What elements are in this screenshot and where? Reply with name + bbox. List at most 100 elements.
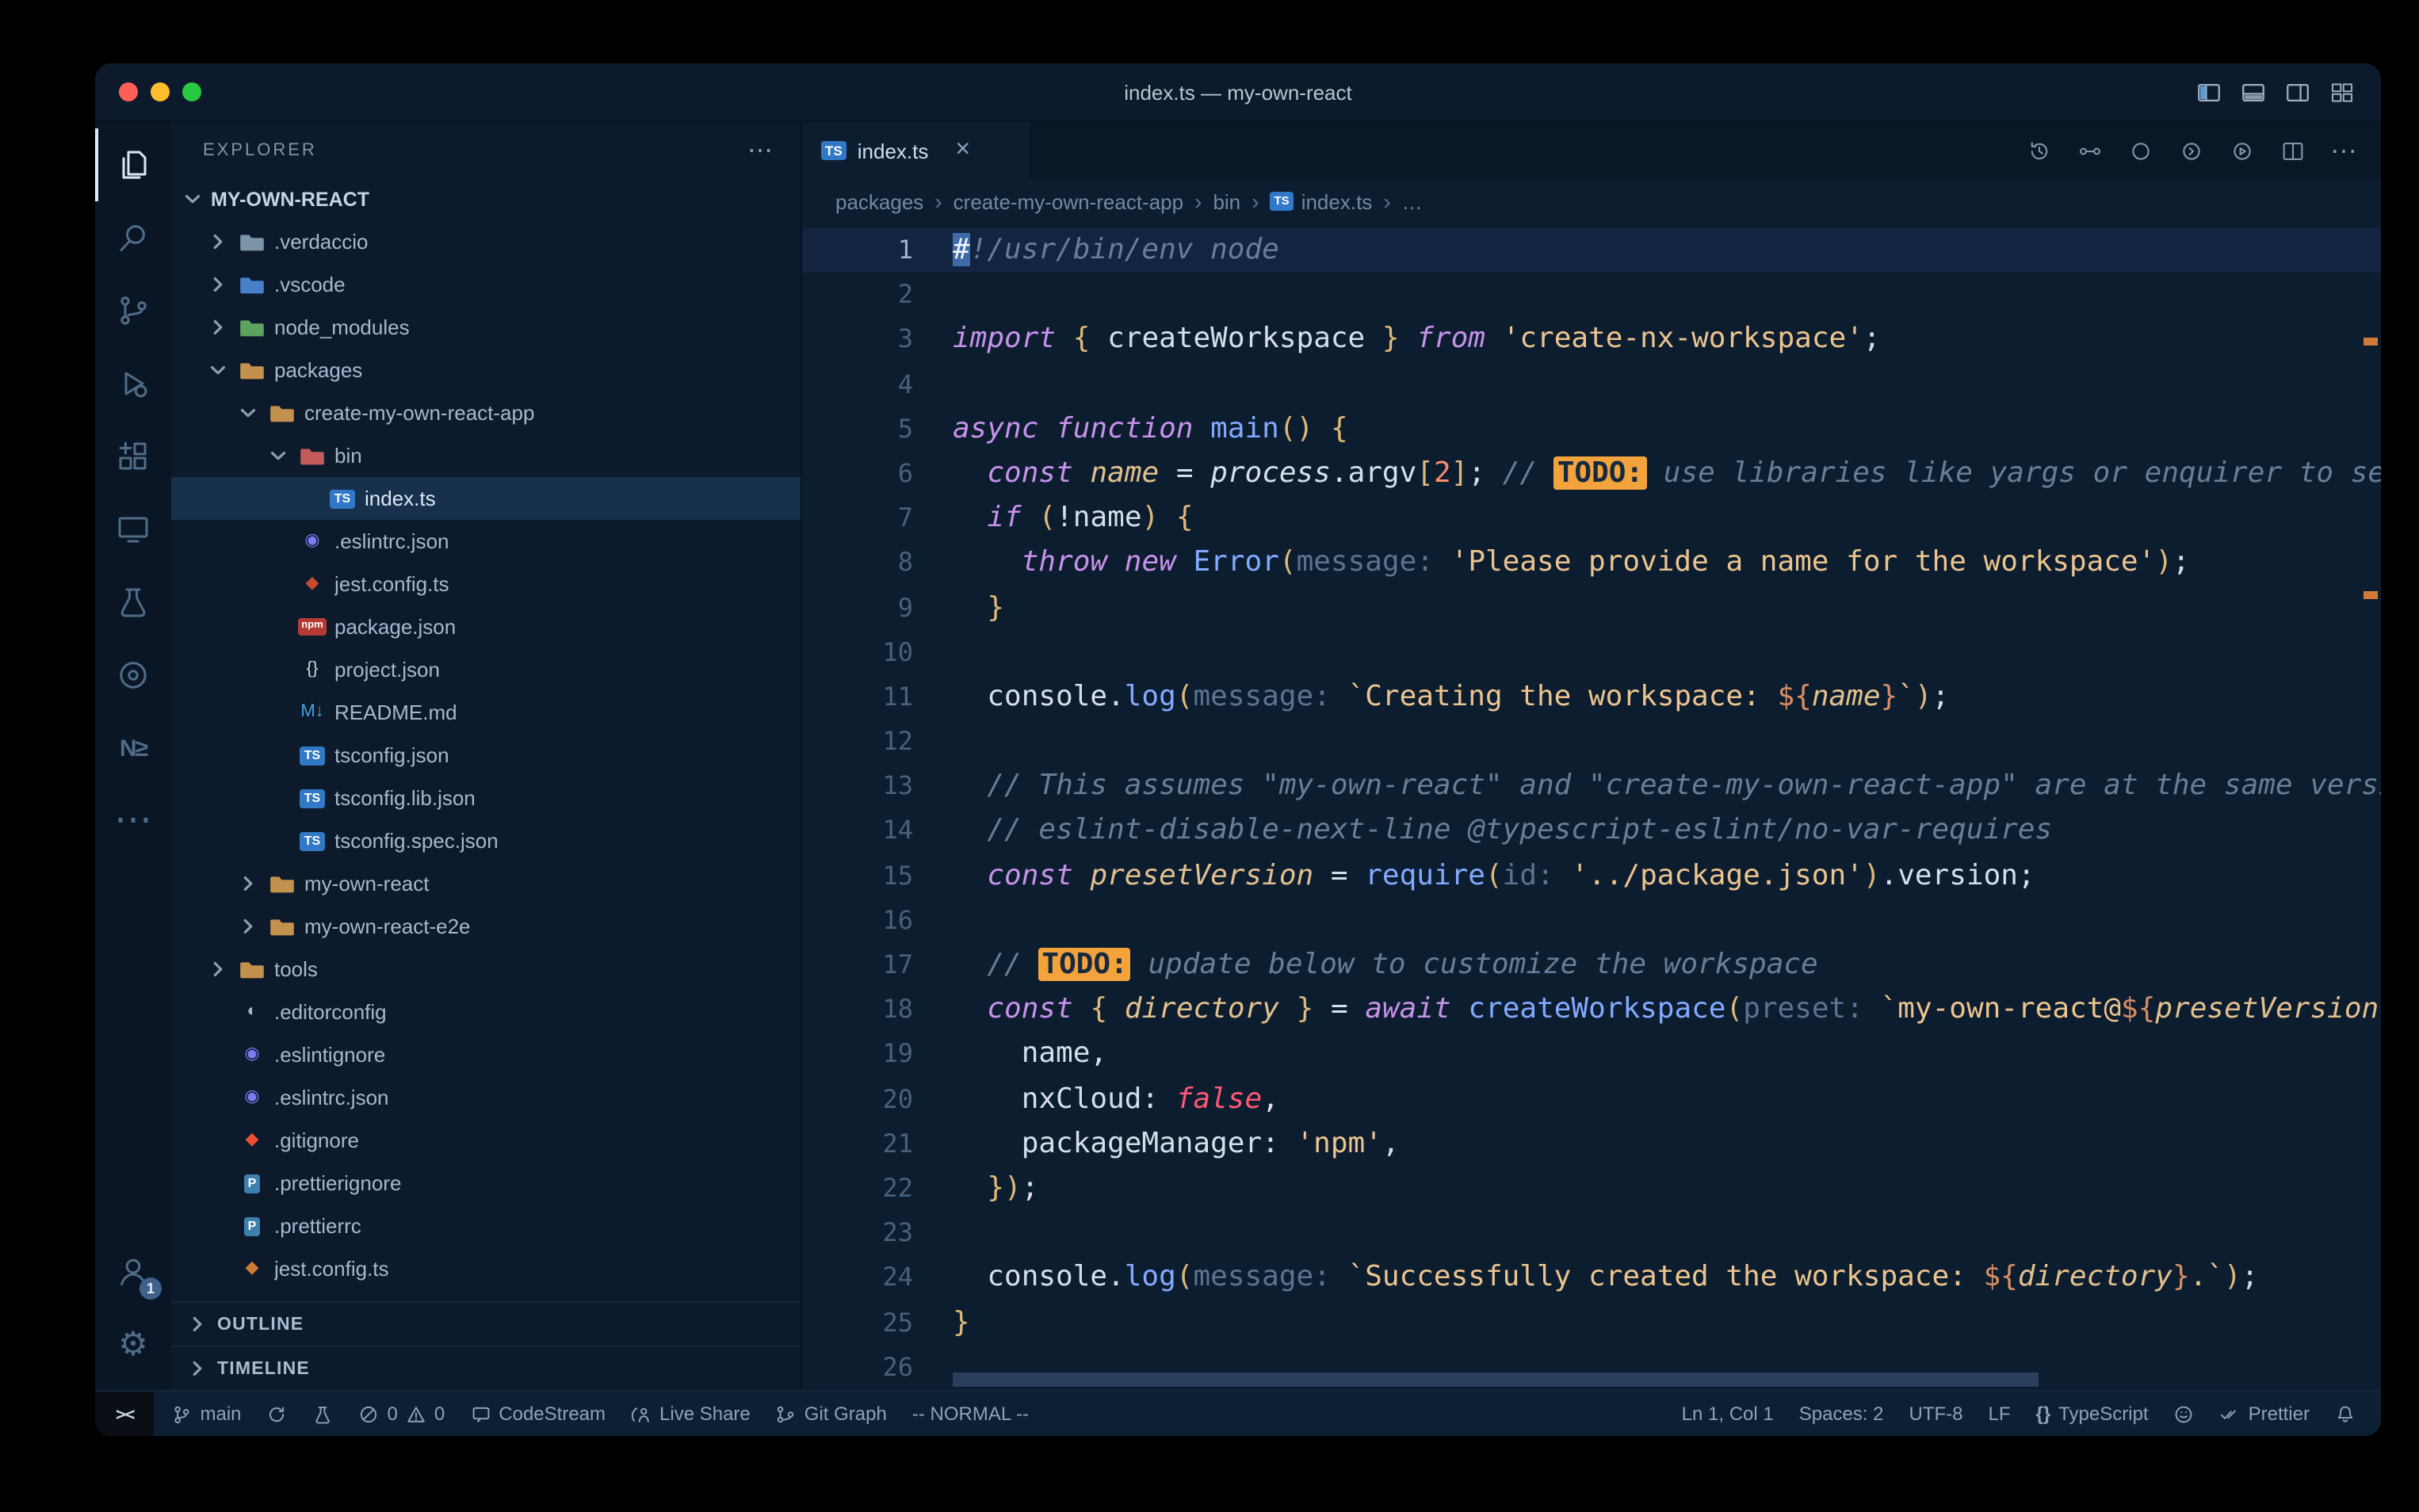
customize-layout-icon[interactable] xyxy=(2329,78,2356,105)
views-more-actions-icon[interactable]: ⋯ xyxy=(747,134,775,166)
status-git-branch[interactable]: main xyxy=(159,1392,254,1436)
code-line-15[interactable]: 15 const presetVersion = require(id: '..… xyxy=(802,853,2381,898)
breadcrumb-item-packages[interactable]: packages xyxy=(835,189,923,213)
chevron-right-icon[interactable] xyxy=(236,872,260,895)
status-git-sync[interactable] xyxy=(254,1392,300,1436)
code-line-22[interactable]: 22 }); xyxy=(802,1166,2381,1211)
tree-item-eslintrc-json[interactable]: ◉.eslintrc.json xyxy=(171,1076,801,1119)
tree-item-create-my-own-react-app[interactable]: create-my-own-react-app xyxy=(171,391,801,434)
toggle-primary-sidebar-icon[interactable] xyxy=(2195,78,2222,105)
breadcrumb-item-create-my-own-react-app[interactable]: create-my-own-react-app xyxy=(953,189,1183,213)
code-editor[interactable]: 1#!/usr/bin/env node23import { createWor… xyxy=(802,223,2381,1390)
more-actions-icon[interactable]: ⋯ xyxy=(2330,137,2357,164)
tree-root-folder[interactable]: MY-OWN-REACT xyxy=(171,178,801,220)
tree-item-prettierignore[interactable]: P.prettierignore xyxy=(171,1162,801,1205)
code-line-7[interactable]: 7 if (!name) { xyxy=(802,496,2381,540)
tree-item-node-modules[interactable]: node_modules xyxy=(171,306,801,349)
code-line-9[interactable]: 9 } xyxy=(802,586,2381,630)
code-line-5[interactable]: 5async function main() { xyxy=(802,407,2381,452)
code-line-25[interactable]: 25} xyxy=(802,1300,2381,1345)
code-line-1[interactable]: 1#!/usr/bin/env node xyxy=(802,228,2381,273)
source-control-icon[interactable] xyxy=(95,274,171,347)
close-window-button[interactable] xyxy=(119,82,138,101)
chevron-right-icon[interactable] xyxy=(206,957,230,981)
run-icon[interactable] xyxy=(2229,137,2256,164)
history-icon[interactable] xyxy=(2026,137,2053,164)
tree-item-eslintignore[interactable]: ◉.eslintignore xyxy=(171,1033,801,1076)
split-editor-icon[interactable] xyxy=(2280,137,2306,164)
status-notifications[interactable] xyxy=(2322,1392,2368,1436)
toggle-secondary-sidebar-icon[interactable] xyxy=(2284,78,2311,105)
code-line-21[interactable]: 21 packageManager: 'npm', xyxy=(802,1122,2381,1166)
tree-item-readme-md[interactable]: M↓README.md xyxy=(171,691,801,734)
status-remote-indicator[interactable]: >< xyxy=(95,1392,155,1436)
toggle-panel-icon[interactable] xyxy=(2240,78,2267,105)
status-vim-mode[interactable]: -- NORMAL -- xyxy=(900,1392,1041,1436)
status-prettier[interactable]: Prettier xyxy=(2207,1392,2322,1436)
tab-index-ts[interactable]: TS index.ts × xyxy=(802,122,1032,179)
status-problems[interactable]: 00 xyxy=(346,1392,458,1436)
tree-item-jest-config-ts[interactable]: ◆jest.config.ts xyxy=(171,563,801,605)
accounts-icon[interactable]: 1 xyxy=(95,1235,171,1308)
run-debug-icon[interactable] xyxy=(95,347,171,420)
tree-item-bin[interactable]: bin xyxy=(171,434,801,477)
chevron-right-icon[interactable] xyxy=(206,273,230,296)
chevron-down-icon[interactable] xyxy=(236,401,260,425)
tree-item-verdaccio[interactable]: .verdaccio xyxy=(171,220,801,263)
tree-item-prettierrc[interactable]: P.prettierrc xyxy=(171,1205,801,1247)
code-line-24[interactable]: 24 console.log(message: `Successfully cr… xyxy=(802,1256,2381,1300)
tree-item-gitignore[interactable]: ◆.gitignore xyxy=(171,1119,801,1162)
code-line-6[interactable]: 6 const name = process.argv[2]; // TODO:… xyxy=(802,452,2381,496)
code-line-16[interactable]: 16 xyxy=(802,899,2381,943)
status-feedback[interactable] xyxy=(2161,1392,2207,1436)
search-icon[interactable] xyxy=(95,201,171,274)
status-language-mode[interactable]: {}TypeScript xyxy=(2023,1392,2161,1436)
tree-item-tools[interactable]: tools xyxy=(171,948,801,991)
code-line-11[interactable]: 11 console.log(message: `Creating the wo… xyxy=(802,675,2381,720)
tree-item-my-own-react-e2e[interactable]: my-own-react-e2e xyxy=(171,905,801,948)
tree-item-project-json[interactable]: {}project.json xyxy=(171,648,801,691)
code-line-18[interactable]: 18 const { directory } = await createWor… xyxy=(802,987,2381,1032)
more-icon[interactable]: ⋯ xyxy=(95,785,171,857)
extensions-icon[interactable] xyxy=(95,420,171,493)
codestream-icon[interactable] xyxy=(95,639,171,712)
tree-item-packages[interactable]: packages xyxy=(171,349,801,391)
tree-item-vscode[interactable]: .vscode xyxy=(171,263,801,306)
code-line-13[interactable]: 13 // This assumes "my-own-react" and "c… xyxy=(802,765,2381,809)
compare-icon[interactable] xyxy=(2077,137,2104,164)
status-live-share[interactable]: Live Share xyxy=(618,1392,763,1436)
chevron-down-icon[interactable] xyxy=(206,358,230,382)
code-line-20[interactable]: 20 nxCloud: false, xyxy=(802,1077,2381,1121)
breadcrumb-item-bin[interactable]: bin xyxy=(1213,189,1240,213)
code-line-8[interactable]: 8 throw new Error(message: 'Please provi… xyxy=(802,541,2381,586)
status-indentation[interactable]: Spaces: 2 xyxy=(1787,1392,1897,1436)
horizontal-scrollbar[interactable] xyxy=(953,1373,2039,1387)
remote-explorer-icon[interactable] xyxy=(95,493,171,566)
breadcrumb-item-[interactable]: … xyxy=(1402,189,1423,213)
chevron-right-icon[interactable] xyxy=(236,914,260,938)
nx-console-icon[interactable]: N≥ xyxy=(95,712,171,785)
tree-item-jest-config-ts[interactable]: ◆jest.config.ts xyxy=(171,1247,801,1290)
titlebar[interactable]: index.ts — my-own-react xyxy=(95,63,2381,122)
tree-item-tsconfig-json[interactable]: TStsconfig.json xyxy=(171,734,801,777)
chevron-right-icon[interactable] xyxy=(206,230,230,254)
status-git-graph[interactable]: Git Graph xyxy=(763,1392,900,1436)
chevron-down-icon[interactable] xyxy=(266,444,290,468)
code-line-14[interactable]: 14 // eslint-disable-next-line @typescri… xyxy=(802,809,2381,853)
tree-item-editorconfig[interactable]: ◐.editorconfig xyxy=(171,991,801,1033)
status-encoding[interactable]: UTF-8 xyxy=(1897,1392,1976,1436)
tree-item-index-ts[interactable]: TSindex.ts xyxy=(171,477,801,520)
status-flask[interactable] xyxy=(300,1392,346,1436)
tree-item-package-json[interactable]: npmpackage.json xyxy=(171,605,801,648)
code-line-10[interactable]: 10 xyxy=(802,630,2381,674)
settings-icon[interactable]: ⚙ xyxy=(95,1308,171,1380)
forward-icon[interactable] xyxy=(2178,137,2205,164)
tree-item-tsconfig-spec-json[interactable]: TStsconfig.spec.json xyxy=(171,819,801,862)
code-line-17[interactable]: 17 // TODO: update below to customize th… xyxy=(802,943,2381,987)
section-timeline[interactable]: TIMELINE xyxy=(171,1346,801,1390)
testing-icon[interactable] xyxy=(95,566,171,639)
status-codestream[interactable]: CodeStream xyxy=(457,1392,618,1436)
code-line-23[interactable]: 23 xyxy=(802,1211,2381,1255)
status-eol[interactable]: LF xyxy=(1976,1392,2023,1436)
code-line-12[interactable]: 12 xyxy=(802,720,2381,764)
